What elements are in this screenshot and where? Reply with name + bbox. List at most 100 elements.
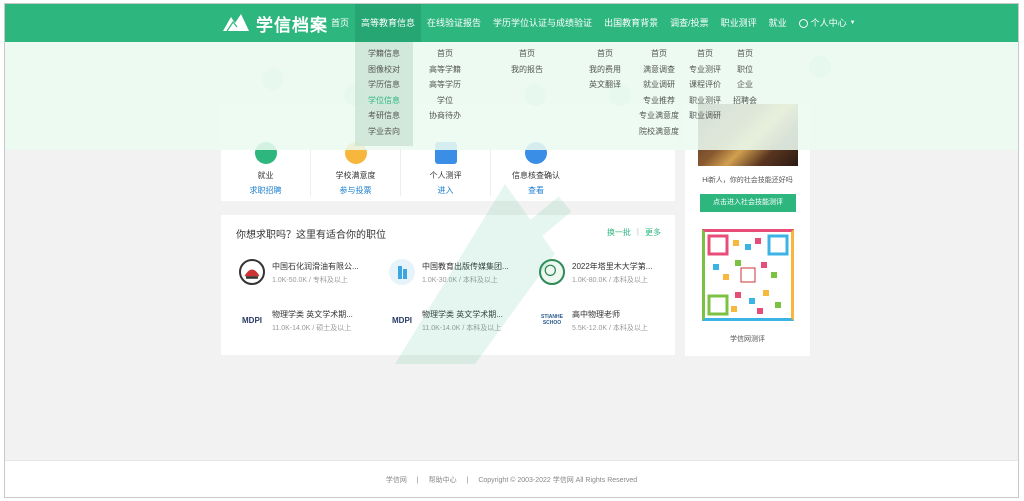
service-title: 就业	[257, 171, 274, 180]
footer-copyright: Copyright © 2003-2022 学信网 All Rights Res…	[478, 477, 638, 484]
building-logo	[389, 259, 415, 285]
job-title: 物理学类 英文学术期...	[272, 310, 353, 319]
menu-item[interactable]: 高等学历	[415, 77, 475, 93]
menu-item[interactable]: 英文翻译	[575, 77, 635, 93]
job-title: 高中物理老师	[572, 310, 620, 319]
caret-down-icon: ▼	[849, 20, 856, 26]
service-employment[interactable]: 就业 求职招聘	[221, 142, 311, 196]
jobs-actions: 换一批 | 更多	[607, 227, 661, 238]
user-icon	[798, 18, 808, 28]
menu-item[interactable]: 院校满意度	[629, 124, 689, 140]
job-card[interactable]: 中国教育出版传媒集团... 1.0K-30.0K / 本科及以上	[389, 259, 529, 289]
menu-col-employment: 首页 职位 企业 招聘会	[715, 46, 775, 108]
service-title: 信息核查确认	[512, 171, 560, 180]
logo-text: 学信档案	[256, 15, 328, 35]
footer-link-help[interactable]: 帮助中心	[429, 477, 457, 484]
menu-col-higher-ed: 首页 高等学籍 高等学历 学位 协商待办	[415, 46, 475, 124]
nav-survey[interactable]: 调查/投票	[664, 4, 715, 42]
job-card[interactable]: 2022年塔里木大学第... 1.0K-80.0K / 本科及以上	[539, 259, 679, 289]
job-meta: 1.0K-50.0K / 专科及以上	[272, 277, 348, 284]
menu-col-verification: 首页 我的费用 英文翻译	[575, 46, 635, 93]
nav-online-report[interactable]: 在线验证报告	[421, 4, 487, 42]
menu-item[interactable]: 企业	[715, 77, 775, 93]
nav-career-test[interactable]: 职业测评	[715, 4, 763, 42]
menu-item[interactable]: 职位	[715, 62, 775, 78]
more-link[interactable]: 更多	[645, 227, 661, 238]
nav-degree-verification[interactable]: 学历学位认证与成绩验证	[487, 4, 598, 42]
service-school-satisfaction[interactable]: 学校满意度 参与投票	[311, 142, 401, 196]
service-link[interactable]: 参与投票	[311, 185, 400, 196]
menu-item-selected[interactable]: 学位信息	[355, 93, 413, 109]
side-tagline: Hi新人，你的社会技能还好吗	[702, 177, 793, 184]
service-link[interactable]: 查看	[491, 185, 581, 196]
job-title: 中国教育出版传媒集团...	[422, 262, 509, 271]
mdpi-logo: MDPI	[242, 315, 262, 325]
main-nav: 首页 高等教育信息 在线验证报告 学历学位认证与成绩验证 出国教育背景 调查/投…	[325, 4, 862, 42]
job-title: 2022年塔里木大学第...	[572, 262, 653, 271]
menu-item[interactable]: 我的费用	[575, 62, 635, 78]
job-meta: 1.0K-80.0K / 本科及以上	[572, 277, 648, 284]
menu-item[interactable]: 学位	[415, 93, 475, 109]
job-meta: 11.0K-14.0K / 硕士及以上	[272, 325, 352, 332]
mega-menu: 学籍信息 图像校对 学历信息 学位信息 考研信息 学业去向 首页 高等学籍 高等…	[5, 42, 1018, 150]
nav-employment[interactable]: 就业	[763, 4, 793, 42]
nav-user-label: 个人中心	[810, 18, 847, 28]
qr-code	[702, 229, 794, 321]
service-link[interactable]: 求职招聘	[221, 185, 310, 196]
browser-frame: 学信档案 首页 高等教育信息 在线验证报告 学历学位认证与成绩验证 出国教育背景…	[4, 3, 1019, 498]
menu-item[interactable]: 学业去向	[355, 124, 413, 140]
menu-item[interactable]: 高等学籍	[415, 62, 475, 78]
nav-overseas-background[interactable]: 出国教育背景	[598, 4, 664, 42]
menu-item[interactable]: 首页	[715, 46, 775, 62]
separator: |	[636, 227, 639, 236]
footer-link-chsi[interactable]: 学信网	[386, 477, 407, 484]
menu-item[interactable]: 职业调研	[675, 108, 735, 124]
school-logo: STIANHE SCHOO	[541, 314, 563, 326]
job-title: 中国石化润滑油有限公...	[272, 262, 359, 271]
job-meta: 5.5K-12.0K / 本科及以上	[572, 325, 648, 332]
jobs-heading: 你想求职吗？这里有适合你的职位	[236, 230, 386, 241]
sinopec-logo	[239, 259, 265, 285]
job-card[interactable]: MDPI 物理学类 英文学术期... 11.0K-14.0K / 硕士及以上	[239, 307, 379, 337]
service-link[interactable]: 进入	[401, 185, 490, 196]
nav-user-center[interactable]: 个人中心 ▼	[793, 4, 862, 42]
services-row: 就业 求职招聘 学校满意度 参与投票 个人测评 进入 信息核查确认 查看	[221, 142, 675, 196]
university-seal-logo	[539, 259, 565, 285]
job-meta: 11.0K-14.0K / 本科及以上	[422, 325, 502, 332]
menu-item[interactable]: 图像校对	[355, 62, 413, 78]
service-info-check[interactable]: 信息核查确认 查看	[491, 142, 581, 196]
top-nav: 学信档案 首页 高等教育信息 在线验证报告 学历学位认证与成绩验证 出国教育背景…	[5, 4, 1018, 42]
nav-home[interactable]: 首页	[325, 4, 355, 42]
qr-caption: 学信网测评	[730, 336, 765, 343]
menu-item[interactable]: 协商待办	[415, 108, 475, 124]
service-title: 学校满意度	[335, 171, 376, 180]
menu-item[interactable]: 我的报告	[497, 62, 557, 78]
job-card[interactable]: STIANHE SCHOO 高中物理老师 5.5K-12.0K / 本科及以上	[539, 307, 679, 337]
menu-item[interactable]: 学籍信息	[355, 46, 413, 62]
job-meta: 1.0K-30.0K / 本科及以上	[422, 277, 498, 284]
job-title: 物理学类 英文学术期...	[422, 310, 503, 319]
footer-separator: |	[416, 477, 419, 484]
job-card[interactable]: MDPI 物理学类 英文学术期... 11.0K-14.0K / 本科及以上	[389, 307, 529, 337]
refresh-link[interactable]: 换一批	[607, 227, 631, 238]
site-logo[interactable]: 学信档案	[221, 12, 328, 35]
menu-col-student-info: 学籍信息 图像校对 学历信息 学位信息 考研信息 学业去向	[355, 42, 413, 146]
menu-item[interactable]: 招聘会	[715, 93, 775, 109]
footer-separator: |	[466, 477, 469, 484]
menu-item[interactable]: 首页	[575, 46, 635, 62]
nav-higher-education[interactable]: 高等教育信息	[355, 4, 422, 42]
service-title: 个人测评	[429, 171, 462, 180]
service-personal-test[interactable]: 个人测评 进入	[401, 142, 491, 196]
job-card[interactable]: 中国石化润滑油有限公... 1.0K-50.0K / 专科及以上	[239, 259, 379, 289]
logo-book-icon	[223, 14, 249, 32]
menu-col-online-report: 首页 我的报告	[497, 46, 557, 77]
jobs-panel: 你想求职吗？这里有适合你的职位 换一批 | 更多 中国石化润滑油有限公... 1…	[221, 215, 675, 355]
skills-test-button[interactable]: 点击进入社会技能测评	[700, 194, 796, 212]
footer-line: 学信网 | 帮助中心 | Copyright © 2003-2022 学信网 A…	[5, 475, 1018, 485]
mdpi-logo: MDPI	[392, 315, 412, 325]
menu-item[interactable]: 学历信息	[355, 77, 413, 93]
menu-item[interactable]: 考研信息	[355, 108, 413, 124]
menu-item[interactable]: 首页	[497, 46, 557, 62]
footer: 学信网 | 帮助中心 | Copyright © 2003-2022 学信网 A…	[5, 460, 1018, 497]
menu-item[interactable]: 首页	[415, 46, 475, 62]
